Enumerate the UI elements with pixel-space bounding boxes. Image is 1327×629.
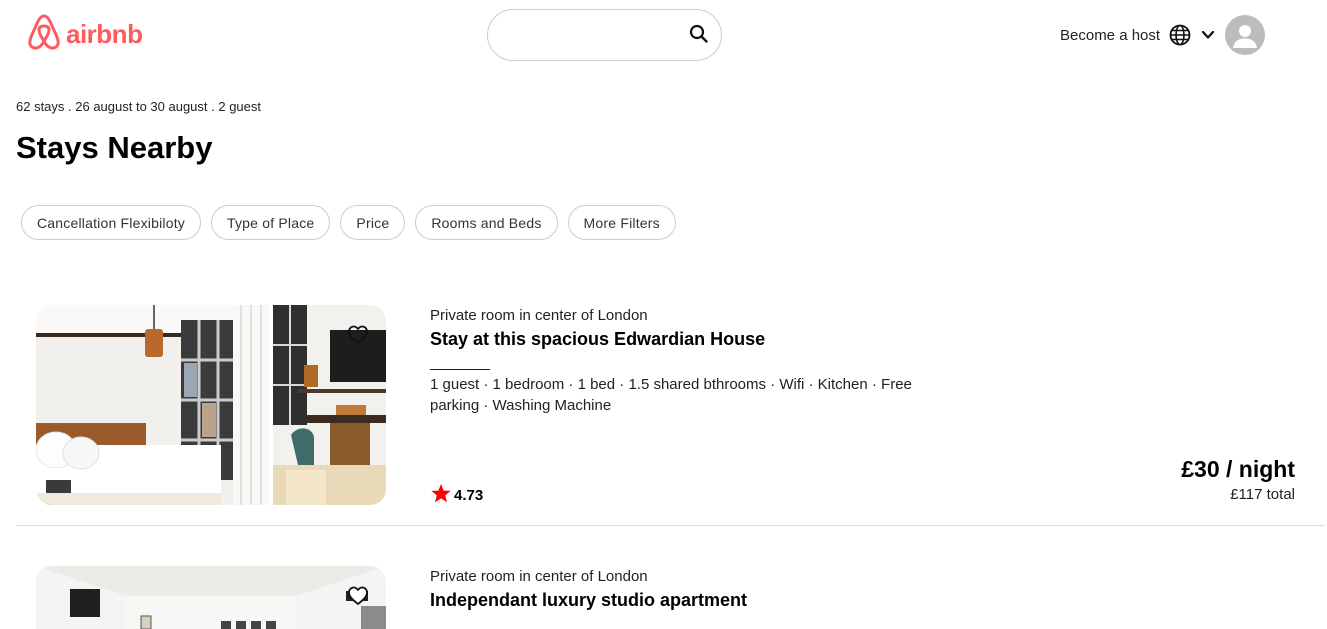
listing-subtitle: Private room in center of London	[430, 568, 648, 585]
heart-icon[interactable]	[347, 586, 369, 611]
listing-card[interactable]: Private room in center of London Indepen…	[16, 0, 1326, 629]
listing-photo[interactable]	[36, 566, 386, 629]
listing-title[interactable]: Independant luxury studio apartment	[430, 590, 747, 611]
